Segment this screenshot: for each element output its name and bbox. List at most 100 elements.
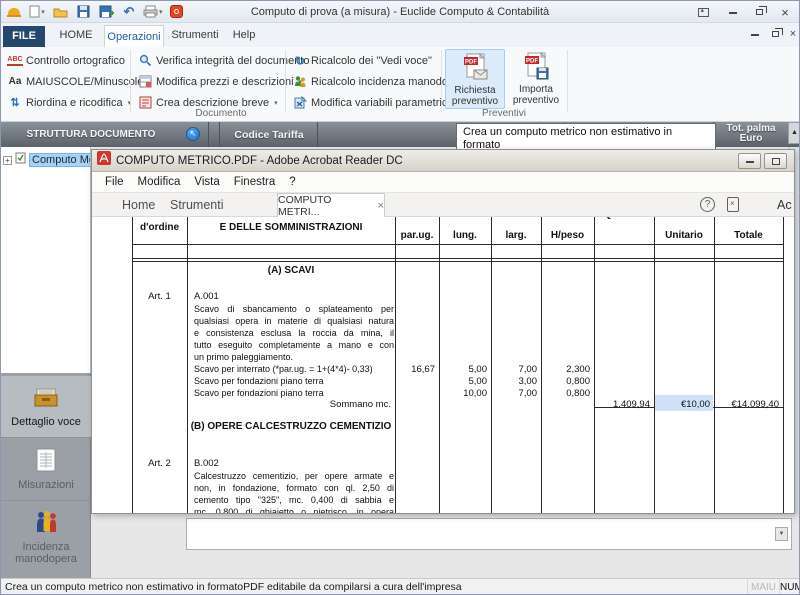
- scroll-up-icon: ▲: [791, 129, 798, 136]
- tree-expand-icon[interactable]: +: [3, 156, 12, 165]
- sidebar-item-incidenza-manodopera[interactable]: Incidenzamanodopera: [1, 501, 91, 573]
- collapse-ribbon-button[interactable]: [693, 4, 713, 20]
- menu-modifica[interactable]: Modifica: [131, 172, 188, 193]
- pdf-request-icon: PDF: [462, 52, 488, 85]
- print-button[interactable]: ▾: [143, 3, 163, 21]
- sign-in-link[interactable]: Ac: [777, 193, 795, 217]
- menu-vista[interactable]: Vista: [187, 172, 226, 193]
- pdf-totale-value: €14.099,40: [714, 399, 779, 410]
- pdf-measure-desc: Scavo per fondazioni piano terra: [194, 388, 324, 398]
- pdf-text-line: Calcestruzzo cementizio, per opere armat…: [194, 471, 394, 483]
- spellcheck-button[interactable]: ABCControllo ortografico: [5, 50, 146, 71]
- group-label-preventivi: Preventivi: [441, 108, 567, 119]
- description-field[interactable]: ▼: [186, 518, 792, 550]
- pdf-value: 7,00: [491, 388, 537, 399]
- dropdown-caret-icon: ▾: [274, 99, 278, 107]
- tab-file[interactable]: FILE: [3, 26, 45, 47]
- undo-button[interactable]: ↶: [120, 3, 138, 21]
- document-structure-tree: + Computo Metri: [1, 147, 91, 373]
- acrobat-tab-strumenti[interactable]: Strumenti: [170, 193, 224, 217]
- status-maiu-indicator: MAIU: [747, 579, 779, 595]
- pdf-value: 0,800: [541, 376, 590, 387]
- pdf-text-line: cemento tipo "325", mc. 0,400 di sabbia …: [194, 495, 394, 507]
- left-sidebar: Dettaglio voce Misurazioni Incidenzamano…: [1, 373, 91, 578]
- mdi-minimize-button[interactable]: [745, 26, 765, 42]
- ribbon: ABCControllo ortografico AaMAIUSCOLE/Min…: [1, 47, 800, 122]
- uppercase-button[interactable]: AaMAIUSCOLE/Minuscole: [5, 71, 146, 92]
- acrobat-tab-document[interactable]: COMPUTO METRI... ×: [277, 193, 385, 217]
- svg-text:PDF: PDF: [526, 59, 538, 65]
- workers-icon: [293, 75, 307, 89]
- acrobat-minimize-button[interactable]: [738, 153, 761, 169]
- tab-strumenti[interactable]: Strumenti: [168, 23, 222, 47]
- sidebar-item-dettaglio-voce[interactable]: Dettaglio voce: [1, 376, 91, 438]
- pdf-value: 5,00: [439, 364, 487, 375]
- pdf-text-line: qualsiasi opera in materie di qualsiasi …: [194, 316, 394, 328]
- acrobat-minimize-icon: [746, 159, 754, 163]
- acrobat-window-title: COMPUTO METRICO.PDF - Adobe Acrobat Read…: [116, 155, 403, 167]
- menu-finestra[interactable]: Finestra: [227, 172, 283, 193]
- sidebar-item-misurazioni[interactable]: Misurazioni: [1, 438, 91, 501]
- tree-item-computo[interactable]: + Computo Metri: [3, 151, 91, 169]
- svg-text:PDF: PDF: [465, 60, 477, 66]
- pdf-unitario-value: €10,00: [654, 399, 710, 410]
- dropdown-icon: ▼: [779, 531, 785, 537]
- pdf-text-line: un primo paleggiamento.: [194, 352, 394, 362]
- record-tool-icon[interactable]: [168, 3, 186, 21]
- pdf-col-header: E DELLE SOMMINISTRAZIONI: [187, 222, 395, 233]
- acrobat-title-bar[interactable]: COMPUTO METRICO.PDF - Adobe Acrobat Read…: [92, 150, 794, 172]
- richiesta-preventivo-button[interactable]: PDF Richiesta preventivo: [445, 49, 505, 109]
- save-button[interactable]: [74, 3, 92, 21]
- restore-icon: [756, 9, 763, 15]
- tree-item-label: Computo Metri: [29, 153, 91, 167]
- pdf-value: 0,800: [541, 388, 590, 399]
- close-tab-icon[interactable]: ×: [378, 200, 384, 212]
- mdi-restore-icon: [772, 31, 779, 37]
- close-button[interactable]: ×: [775, 4, 795, 20]
- menu-file[interactable]: File: [98, 172, 131, 193]
- column-header-codice-tariffa: Codice Tariffa: [223, 129, 315, 141]
- pdf-quantita-value: 1.409,94: [594, 399, 650, 410]
- open-button[interactable]: [51, 3, 69, 21]
- pdf-col-header: Unitario: [654, 230, 714, 241]
- pdf-measure-desc: Scavo per interrato (*par.ug. = 1+(4*4)-…: [194, 364, 373, 374]
- pdf-content: d'ordine E DELLE SOMMINISTRAZIONI par.ug…: [92, 217, 794, 513]
- menu-help[interactable]: ?: [282, 172, 302, 193]
- status-num-indicator: NUM: [779, 579, 800, 595]
- pdf-section-b: (B) OPERE CALCESTRUZZO CEMENTIZIO: [187, 421, 395, 432]
- mdi-close-icon: ×: [790, 28, 796, 40]
- importa-preventivo-button[interactable]: PDF Importa preventivo: [509, 49, 563, 109]
- magnifier-icon: [138, 54, 152, 68]
- letter-case-icon: Aa: [8, 75, 22, 89]
- description-dropdown-button[interactable]: ▼: [775, 527, 788, 541]
- mdi-close-button[interactable]: ×: [783, 26, 800, 42]
- new-document-button[interactable]: ▾: [28, 3, 46, 21]
- pdf-value: 16,67: [395, 364, 435, 375]
- acrobat-logo-icon: [97, 151, 111, 170]
- pdf-value: 5,00: [439, 376, 487, 387]
- tab-operazioni[interactable]: Operazioni: [104, 25, 164, 47]
- collapse-ribbon-icon: [698, 8, 709, 17]
- pdf-col-header: H/peso: [541, 230, 594, 241]
- column-header-totale: Tot. palmaEuro: [715, 124, 787, 144]
- panel-header-struttura: STRUTTURA DOCUMENTO: [1, 129, 181, 140]
- help-icon[interactable]: ?: [700, 197, 715, 212]
- panel-pin-icon[interactable]: ↖: [186, 127, 200, 141]
- save-as-button[interactable]: [97, 3, 115, 21]
- acrobat-tab-home[interactable]: Home: [122, 193, 155, 217]
- acrobat-maximize-button[interactable]: [764, 153, 787, 169]
- spellcheck-icon: ABC: [8, 54, 22, 68]
- tab-home[interactable]: HOME: [53, 23, 99, 47]
- sheet-icon: [36, 448, 56, 475]
- restore-button[interactable]: [749, 4, 769, 20]
- refresh-icon: ↻: [293, 54, 307, 68]
- pdf-text-line: non, in fondazione, formato con ql. 2,50…: [194, 483, 394, 495]
- minimize-button[interactable]: [723, 4, 743, 20]
- mdi-restore-button[interactable]: [765, 26, 785, 42]
- pdf-value: 7,00: [491, 364, 537, 375]
- scroll-up-button[interactable]: ▲: [788, 122, 800, 144]
- sidebar-item-label: Incidenzamanodopera: [15, 541, 77, 565]
- mobile-device-icon[interactable]: [727, 197, 739, 212]
- tab-help[interactable]: Help: [227, 23, 261, 47]
- status-message: Crea un computo metrico non estimativo i…: [5, 579, 462, 595]
